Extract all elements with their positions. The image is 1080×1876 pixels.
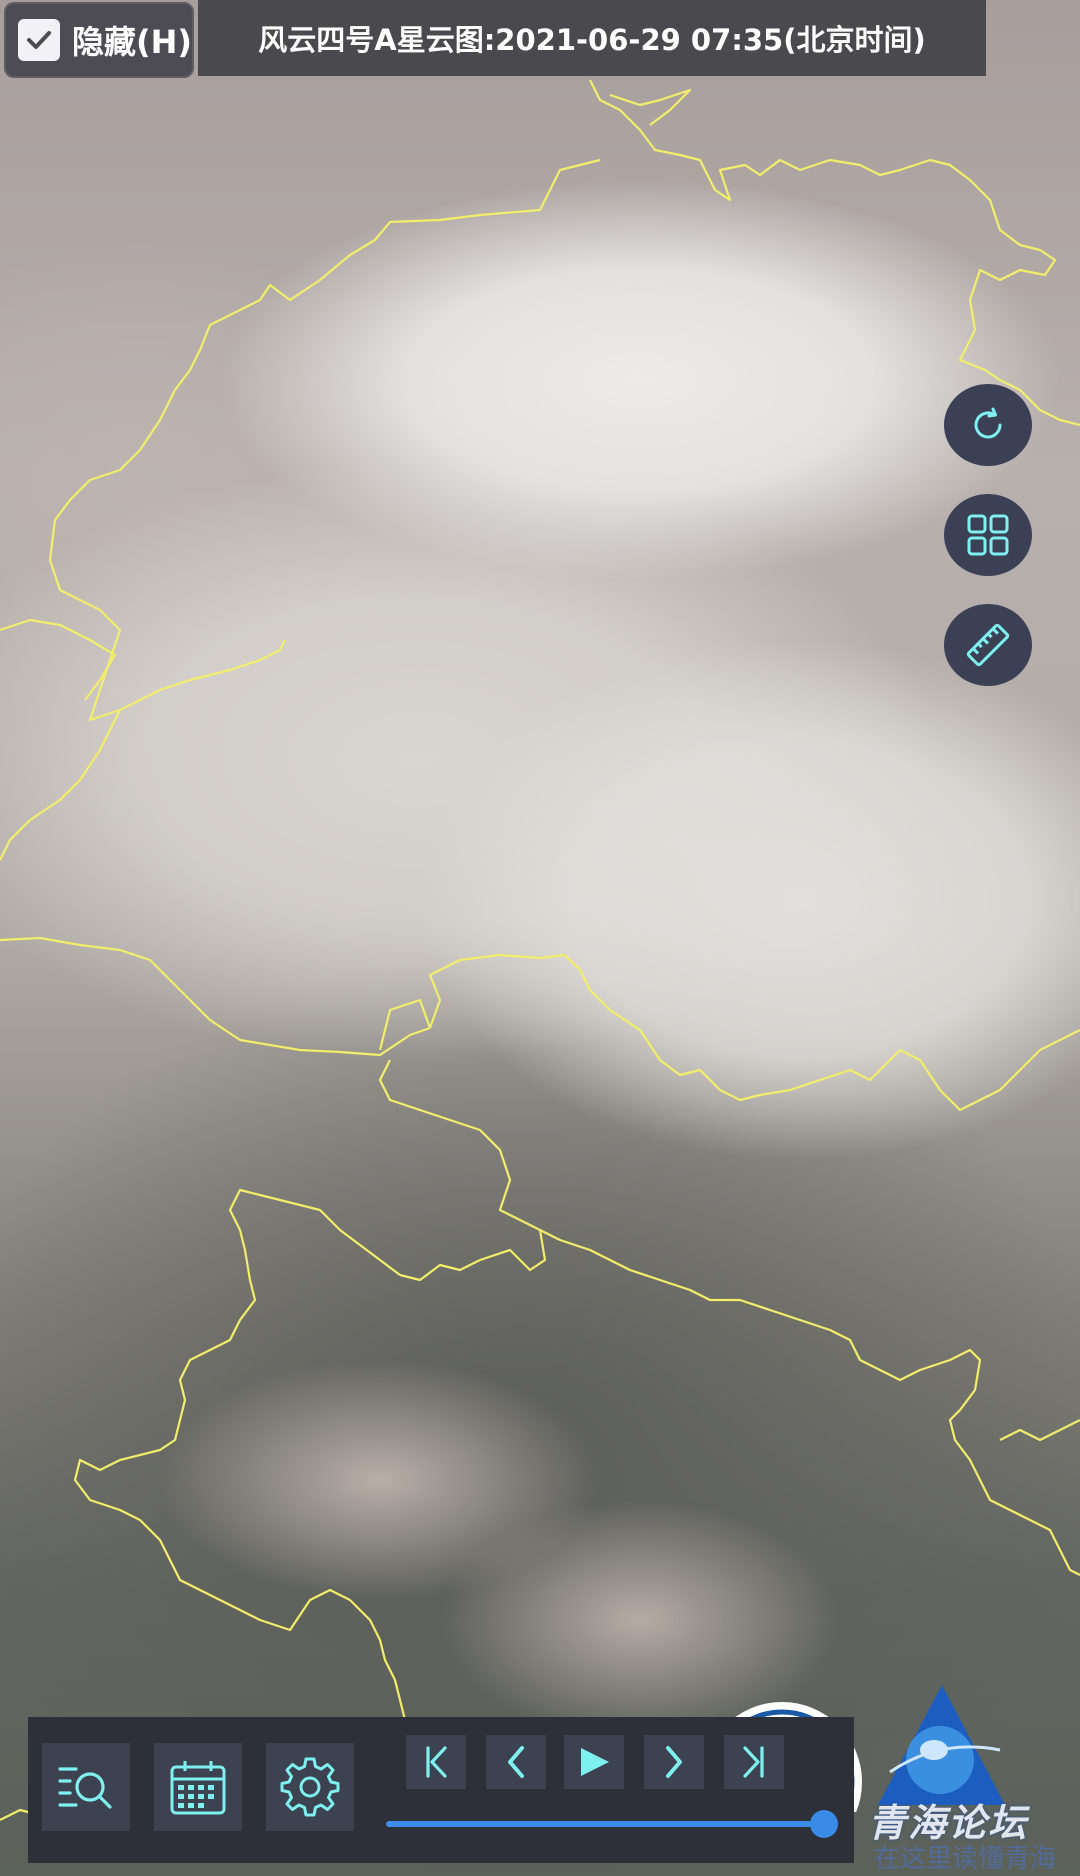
- previous-icon: [508, 1746, 524, 1778]
- search-list-button[interactable]: [42, 1743, 130, 1831]
- skip-first-icon: [426, 1746, 447, 1778]
- grid-icon: [967, 514, 1009, 556]
- first-frame-button[interactable]: [406, 1735, 466, 1789]
- refresh-button[interactable]: [944, 384, 1032, 466]
- ruler-icon: [966, 623, 1010, 667]
- grid-layout-button[interactable]: [944, 494, 1032, 576]
- province-border-lines: [0, 79, 1080, 1821]
- hide-toggle-label: 隐藏(H): [71, 23, 192, 61]
- title-bar: 风云四号A星云图:2021-06-29 07:35(北京时间): [198, 0, 986, 76]
- play-icon: [581, 1748, 609, 1776]
- previous-frame-button[interactable]: [486, 1735, 546, 1789]
- next-icon: [666, 1746, 682, 1778]
- forum-logo: [878, 1685, 1005, 1805]
- measure-button[interactable]: [944, 604, 1032, 686]
- play-button[interactable]: [564, 1735, 624, 1789]
- timeline-slider-track[interactable]: [386, 1821, 824, 1827]
- forum-slogan: 在这里读懂青海: [874, 1844, 1057, 1874]
- timeline-slider-handle[interactable]: [810, 1810, 838, 1838]
- checkmark-icon: [26, 31, 51, 49]
- gear-icon: [280, 1757, 340, 1817]
- refresh-icon: [974, 407, 1002, 439]
- next-frame-button[interactable]: [644, 1735, 704, 1789]
- satellite-cloud-image[interactable]: [0, 0, 1080, 1876]
- calendar-icon: [170, 1761, 226, 1815]
- playback-control-bar: [28, 1717, 854, 1863]
- hide-toggle[interactable]: 隐藏(H): [4, 2, 194, 78]
- hide-checkbox[interactable]: [18, 19, 60, 61]
- page-title: 风云四号A星云图:2021-06-29 07:35(北京时间): [258, 23, 926, 57]
- date-picker-button[interactable]: [154, 1743, 242, 1831]
- settings-button[interactable]: [266, 1743, 354, 1831]
- last-frame-button[interactable]: [724, 1735, 784, 1789]
- list-search-icon: [58, 1767, 112, 1809]
- skip-last-icon: [743, 1746, 764, 1778]
